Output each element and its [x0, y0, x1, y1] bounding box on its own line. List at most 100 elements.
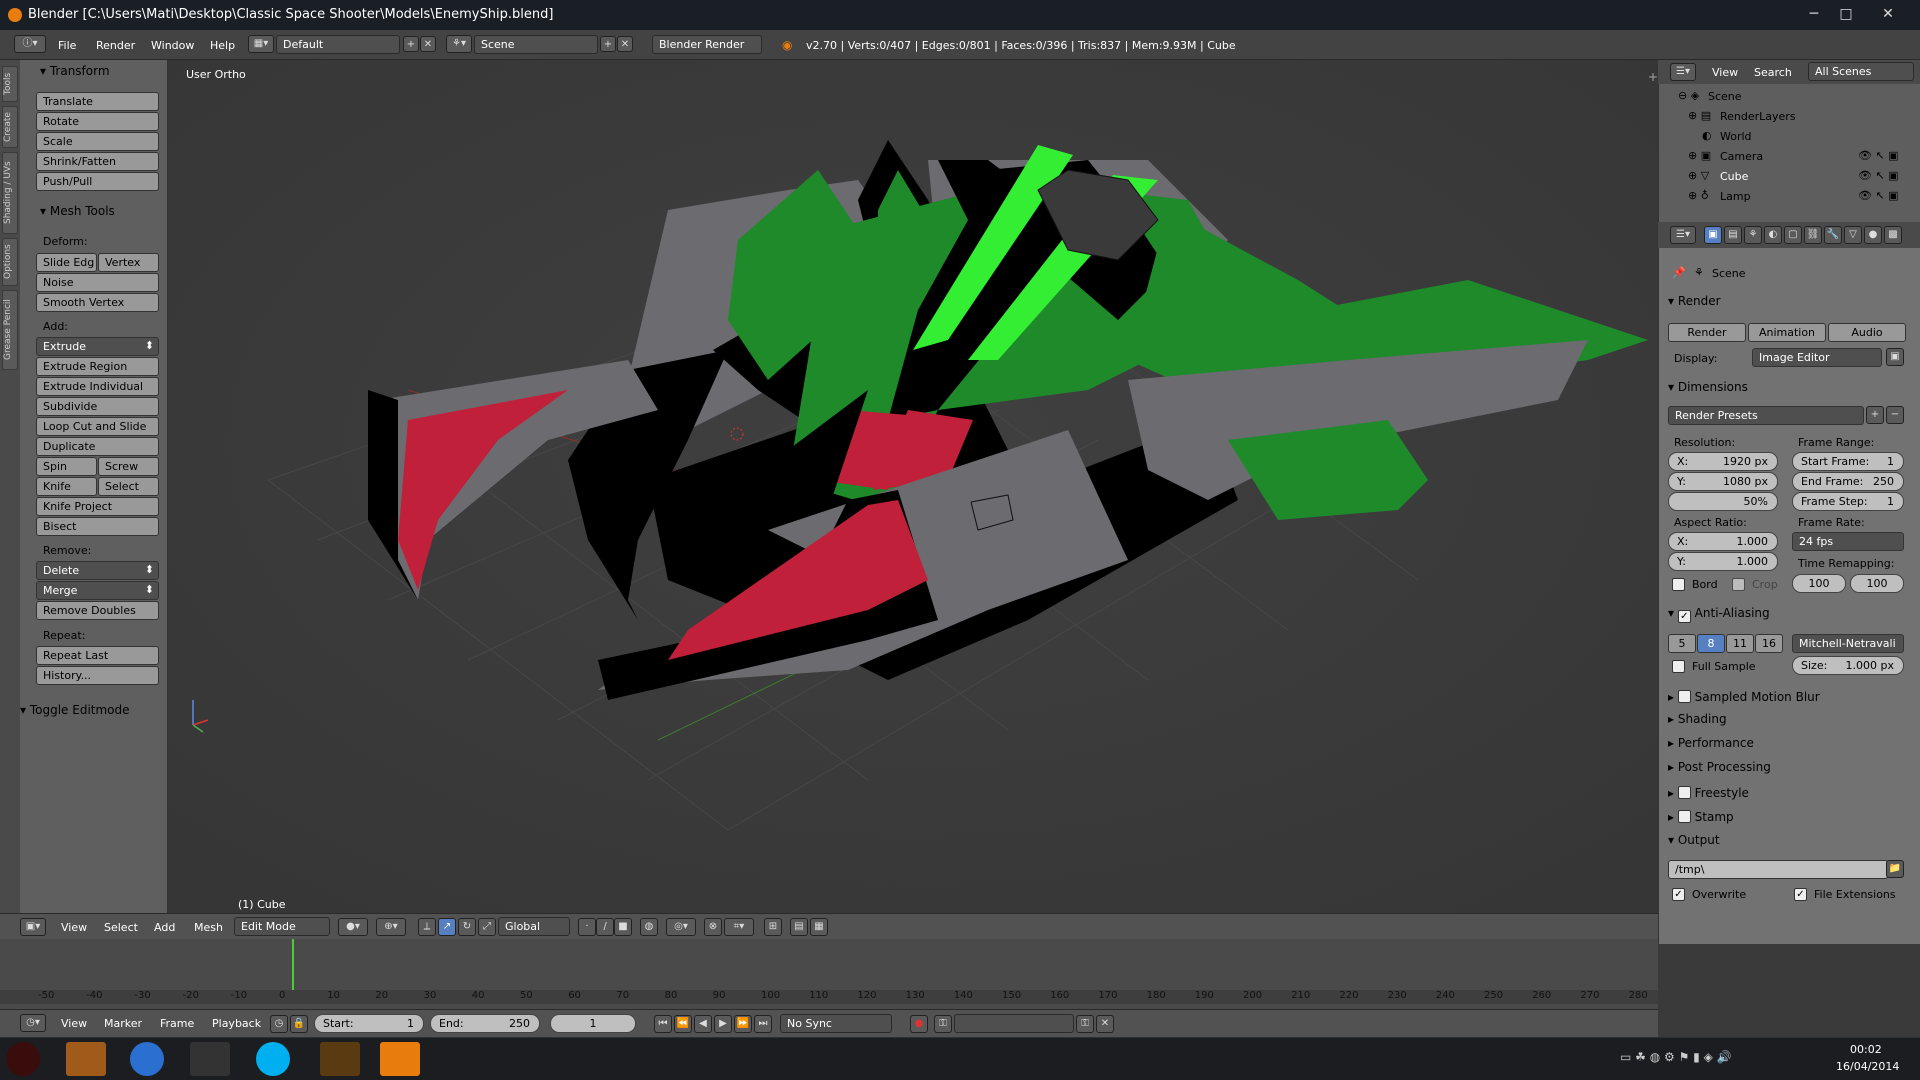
- menu-file[interactable]: File: [58, 39, 76, 52]
- start-frame-field[interactable]: Start Frame: 1: [1792, 452, 1904, 471]
- spin-button[interactable]: Spin: [36, 457, 97, 476]
- transform-panel-header[interactable]: ▾ Transform: [40, 64, 110, 78]
- delete-keyframe-icon[interactable]: ✕: [1096, 1015, 1114, 1033]
- aa-filter-select[interactable]: Mitchell-Netravali: [1792, 634, 1904, 653]
- tab-create[interactable]: Create: [2, 106, 18, 148]
- time-remap-new-field[interactable]: 100: [1850, 574, 1904, 593]
- rotate-button[interactable]: Rotate: [36, 112, 159, 131]
- resolution-percentage-field[interactable]: 50%: [1668, 492, 1778, 511]
- motion-blur-checkbox[interactable]: [1677, 690, 1691, 703]
- play-reverse-icon[interactable]: ◀: [694, 1015, 712, 1033]
- vp-menu-add[interactable]: Add: [154, 921, 175, 934]
- subdivide-button[interactable]: Subdivide: [36, 397, 159, 416]
- smooth-vertex-button[interactable]: Smooth Vertex: [36, 293, 159, 312]
- slide-edge-button[interactable]: Slide Edg: [36, 253, 97, 272]
- insert-keyframe-icon[interactable]: ⚿: [1076, 1015, 1094, 1033]
- prev-keyframe-icon[interactable]: ⏪: [674, 1015, 692, 1033]
- vertex-select-mode-icon[interactable]: ·: [578, 918, 596, 936]
- play-icon[interactable]: ▶: [714, 1015, 732, 1033]
- remove-doubles-button[interactable]: Remove Doubles: [36, 601, 159, 620]
- tab-tools[interactable]: Tools: [2, 66, 18, 102]
- knife-project-button[interactable]: Knife Project: [36, 497, 159, 516]
- viewport-properties-toggle-icon[interactable]: +: [1648, 70, 1658, 84]
- render-presets-select[interactable]: Render Presets: [1668, 406, 1864, 425]
- mode-select[interactable]: Edit Mode: [234, 917, 330, 936]
- lamp-visibility-icon[interactable]: 👁 ↖ ▣: [1858, 189, 1899, 202]
- render-panel-header[interactable]: ▾ Render: [1668, 294, 1721, 308]
- remove-layout-icon[interactable]: ✕: [420, 36, 436, 52]
- translate-button[interactable]: Translate: [36, 92, 159, 111]
- filter-size-field[interactable]: Size: 1.000 px: [1792, 656, 1904, 675]
- outliner-menu-view[interactable]: View: [1712, 66, 1738, 79]
- timeline-menu-frame[interactable]: Frame: [160, 1017, 194, 1030]
- timeline-menu-playback[interactable]: Playback: [212, 1017, 261, 1030]
- cube-visibility-icon[interactable]: 👁 ↖ ▣: [1858, 169, 1899, 182]
- jump-start-icon[interactable]: ⏮: [654, 1015, 672, 1033]
- scene-context-icon[interactable]: ⚘: [1744, 226, 1762, 244]
- pivot-point-icon[interactable]: ⊕▾: [376, 918, 406, 936]
- scale-button[interactable]: Scale: [36, 132, 159, 151]
- vp-menu-view[interactable]: View: [61, 921, 87, 934]
- animation-button[interactable]: Animation: [1748, 323, 1826, 342]
- crop-checkbox[interactable]: [1732, 578, 1745, 591]
- close-button[interactable]: ✕: [1870, 4, 1906, 24]
- resolution-x-field[interactable]: X: 1920 px: [1668, 452, 1778, 471]
- anti-aliasing-checkbox[interactable]: ✓: [1677, 610, 1691, 623]
- timeline-editor-type-icon[interactable]: ◷▾: [20, 1014, 46, 1032]
- editor-type-icon[interactable]: ▣▾: [20, 918, 46, 936]
- tab-options[interactable]: Options: [2, 238, 18, 286]
- dimensions-panel-header[interactable]: ▾ Dimensions: [1668, 380, 1748, 394]
- constraints-context-icon[interactable]: ⛓: [1804, 226, 1822, 244]
- 3d-viewport[interactable]: User Ortho (1) Cube +: [168, 60, 1658, 913]
- jump-end-icon[interactable]: ⏭: [754, 1015, 772, 1033]
- record-icon[interactable]: ●: [910, 1015, 928, 1033]
- extrude-individual-button[interactable]: Extrude Individual: [36, 377, 159, 396]
- freestyle-checkbox[interactable]: [1677, 786, 1691, 799]
- toggle-editmode-panel-header[interactable]: ▾ Toggle Editmode: [20, 703, 130, 717]
- stamp-panel-header[interactable]: ▸ Stamp: [1668, 808, 1734, 824]
- aa-samples-5[interactable]: 5: [1668, 634, 1696, 653]
- aa-samples-11[interactable]: 11: [1726, 634, 1754, 653]
- delete-dropdown[interactable]: Delete ⬍: [36, 561, 159, 580]
- timeline-menu-marker[interactable]: Marker: [104, 1017, 142, 1030]
- world-context-icon[interactable]: ◐: [1764, 226, 1782, 244]
- timeline-start-field[interactable]: Start: 1: [314, 1014, 424, 1033]
- render-engine-select[interactable]: Blender Render: [652, 35, 762, 54]
- face-select-mode-icon[interactable]: ■: [614, 918, 632, 936]
- file-extensions-checkbox[interactable]: ✓: [1794, 888, 1807, 901]
- edge-select-mode-icon[interactable]: /: [596, 918, 614, 936]
- current-frame-field[interactable]: 1: [550, 1014, 636, 1033]
- data-context-icon[interactable]: ▽: [1844, 226, 1862, 244]
- aa-samples-16[interactable]: 16: [1755, 634, 1783, 653]
- media-player-icon[interactable]: [66, 1042, 106, 1076]
- render-layers-context-icon[interactable]: ▤: [1724, 226, 1742, 244]
- output-path-field[interactable]: /tmp\: [1668, 860, 1888, 879]
- knife-select-button[interactable]: Select: [98, 477, 159, 496]
- stamp-checkbox[interactable]: [1677, 810, 1691, 823]
- performance-panel-header[interactable]: ▸ Performance: [1668, 736, 1754, 750]
- blender-taskbar-icon[interactable]: [380, 1042, 420, 1076]
- display-window-icon[interactable]: ▣: [1886, 348, 1904, 366]
- output-folder-icon[interactable]: 📁: [1886, 860, 1904, 878]
- shading-panel-header[interactable]: ▸ Shading: [1668, 712, 1727, 726]
- remove-preset-icon[interactable]: −: [1886, 406, 1904, 424]
- output-panel-header[interactable]: ▾ Output: [1668, 833, 1720, 847]
- pin-icon[interactable]: 📌: [1672, 266, 1686, 279]
- keying-set-icon[interactable]: ⚿: [934, 1015, 952, 1033]
- modifiers-context-icon[interactable]: 🔧: [1824, 226, 1842, 244]
- outliner-item-scene[interactable]: ⊖ ◈ Scene: [1658, 88, 1920, 108]
- object-context-icon[interactable]: ▢: [1784, 226, 1802, 244]
- snap-toggle-icon[interactable]: ⊗: [704, 918, 722, 936]
- outliner-item-lamp[interactable]: ⊕ ♁ Lamp 👁 ↖ ▣: [1658, 188, 1920, 208]
- menu-help[interactable]: Help: [210, 39, 235, 52]
- rotate-manipulator-icon[interactable]: ↻: [458, 918, 476, 936]
- menu-window[interactable]: Window: [151, 39, 194, 52]
- add-scene-icon[interactable]: +: [600, 36, 616, 52]
- remove-scene-icon[interactable]: ✕: [617, 36, 633, 52]
- render-anim-icon[interactable]: ▦: [810, 918, 828, 936]
- history-button[interactable]: History...: [36, 666, 159, 685]
- extrude-region-button[interactable]: Extrude Region: [36, 357, 159, 376]
- snap-element-icon[interactable]: ⌗▾: [724, 918, 754, 936]
- push-pull-button[interactable]: Push/Pull: [36, 172, 159, 191]
- chrome-icon[interactable]: [130, 1042, 164, 1076]
